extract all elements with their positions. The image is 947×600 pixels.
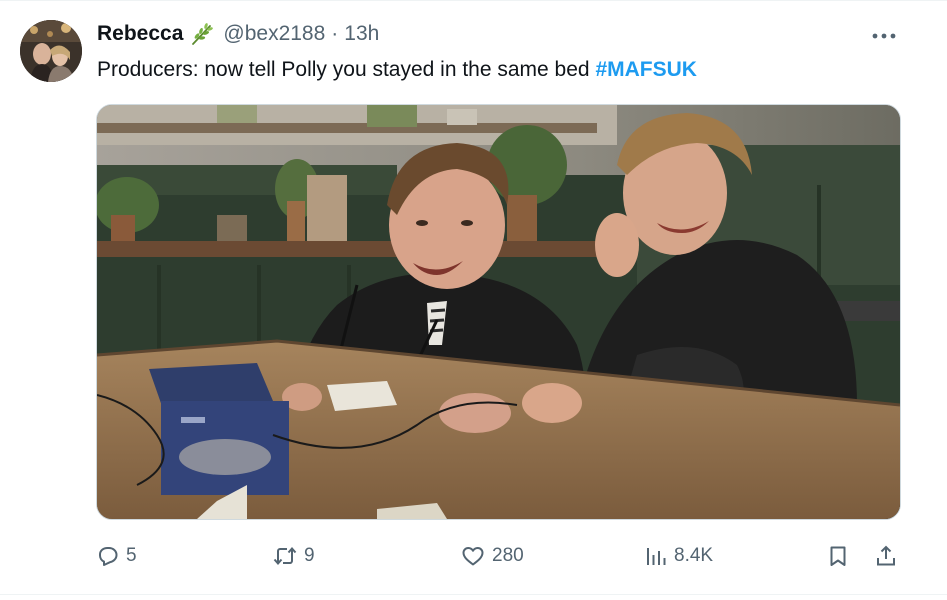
like-button[interactable]: 280 [460,536,524,576]
reply-button[interactable]: 5 [96,536,137,576]
divider-bottom [0,594,947,595]
heart-icon [460,544,486,568]
timestamp[interactable]: 13h [344,22,379,46]
views-count: 8.4K [674,545,714,566]
herb-icon [189,21,215,47]
more-options-icon[interactable] [864,22,904,50]
views-chart-icon [644,544,668,568]
tweet-header: Rebecca @bex2188 · 13h [97,20,379,48]
bookmark-button[interactable] [826,536,850,576]
reply-count: 5 [126,545,137,566]
views-button[interactable]: 8.4K [644,536,713,576]
tweet-text-body: Producers: now tell Polly you stayed in … [97,58,596,81]
tweet-media[interactable] [96,104,901,520]
repost-button[interactable]: 9 [272,536,315,576]
action-bar: 5 9 280 8.4K [0,536,947,576]
media-image [97,105,900,519]
author-name[interactable]: Rebecca [97,22,183,46]
divider-top [0,0,947,1]
like-count: 280 [492,545,524,566]
author-handle[interactable]: @bex2188 [223,22,325,46]
separator-dot: · [331,22,339,45]
repost-count: 9 [304,545,315,566]
tweet-text: Producers: now tell Polly you stayed in … [97,56,697,84]
repost-icon [272,544,298,568]
share-icon [874,544,898,568]
bookmark-icon [826,544,850,568]
hashtag-link[interactable]: #MAFSUK [595,58,697,81]
tweet-card[interactable]: Rebecca @bex2188 · 13h Producers: now te… [0,0,947,600]
avatar[interactable] [20,20,82,82]
share-button[interactable] [874,536,898,576]
reply-icon [96,544,120,568]
